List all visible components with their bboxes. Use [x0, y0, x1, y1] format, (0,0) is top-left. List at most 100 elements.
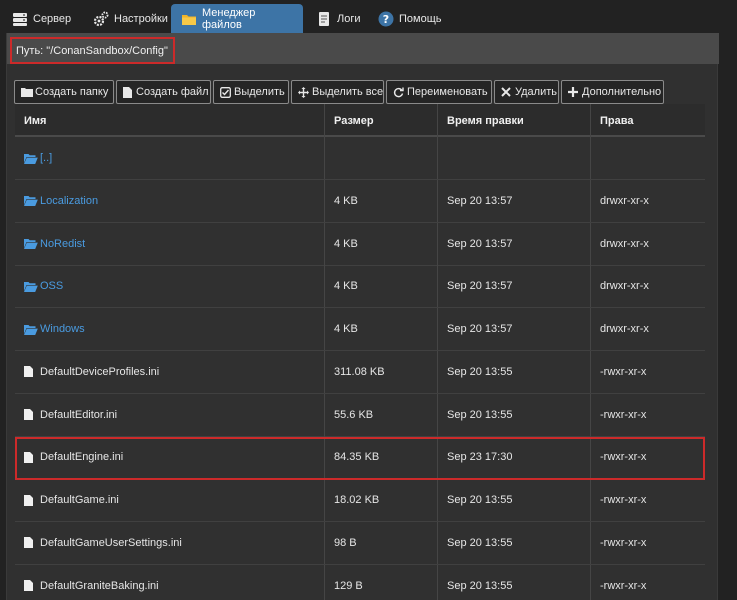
delete-button[interactable]: Удалить: [494, 80, 559, 104]
table-row-file[interactable]: DefaultGame.ini 18.02 KB Sep 20 13:55 -rwxr…: [15, 479, 705, 522]
cell-name[interactable]: DefaultEditor.ini: [15, 393, 325, 436]
cell-modified: Sep 20 13:55: [438, 479, 591, 521]
cell-modified: Sep 20 13:57: [438, 179, 591, 222]
folder-open-icon: [24, 324, 38, 335]
cell-name[interactable]: DefaultGameUserSettings.ini: [15, 521, 325, 564]
button-label: Дополнительно: [582, 86, 662, 98]
modified-text: Sep 20 13:57: [447, 194, 513, 207]
name-text: OSS: [40, 280, 64, 293]
cell-name[interactable]: Localization: [15, 179, 325, 222]
header-modified[interactable]: Время правки: [438, 104, 591, 137]
file-icon: [24, 494, 37, 506]
cell-modified: Sep 20 13:57: [438, 265, 591, 308]
cell-perms: -rwxr-xr-x: [591, 565, 705, 600]
cell-name[interactable]: NoRedist: [15, 222, 325, 265]
file-icon: [24, 409, 37, 420]
cell-modified: [438, 137, 591, 179]
header-name[interactable]: Имя: [15, 104, 325, 137]
cell-perms: -rwxr-xr-x: [591, 394, 705, 436]
folder-open-icon: [24, 195, 38, 207]
size-text: 98 B: [334, 536, 357, 549]
header-size[interactable]: Размер: [325, 104, 438, 137]
cell-perms: -rwxr-xr-x: [591, 436, 705, 478]
modified-text: Sep 20 13:55: [447, 536, 513, 549]
size-text: 4 KB: [334, 323, 358, 335]
perms-text: -rwxr-xr-x: [600, 451, 647, 464]
size-text: 55.6 KB: [334, 408, 374, 421]
cell-perms: [591, 137, 705, 179]
perms-text: drwxr-xr-x: [600, 194, 649, 207]
table-row-folder[interactable]: [..]: [15, 137, 705, 180]
cell-name[interactable]: Windows: [15, 308, 325, 350]
folder-icon: [181, 11, 197, 27]
name-text: DefaultEditor.ini: [40, 408, 118, 421]
perms-text: -rwxr-xr-x: [600, 365, 647, 378]
modified-text: Sep 20 13:55: [447, 579, 513, 592]
perms-text: drwxr-xr-x: [600, 323, 649, 335]
size-text: 4 KB: [334, 194, 358, 207]
cell-name[interactable]: DefaultGame.ini: [15, 479, 325, 521]
size-text: 4 KB: [334, 280, 358, 293]
cell-name[interactable]: DefaultEngine.ini: [15, 436, 325, 479]
size-text: 84.35 KB: [334, 451, 380, 464]
button-label: Создать папку: [35, 86, 109, 98]
table-row-file[interactable]: DefaultDeviceProfiles.ini 311.08 KB Sep 20…: [15, 350, 705, 394]
cell-name[interactable]: [..]: [15, 137, 325, 179]
name-text: NoRedist: [40, 237, 86, 250]
more-button[interactable]: Дополнительно: [561, 80, 664, 104]
table-row-file[interactable]: DefaultEditor.ini 55.6 KB Sep 20 13:55 -rwx…: [15, 393, 705, 437]
button-label: Выделить все: [312, 86, 384, 98]
header-permissions[interactable]: Права: [591, 104, 705, 137]
cell-name[interactable]: DefaultGraniteBaking.ini: [15, 564, 325, 600]
table-row-folder[interactable]: OSS 4 KB Sep 20 13:57 drwxr-xr-x: [15, 265, 705, 309]
button-label: Создать файл: [136, 86, 209, 98]
folder-open-icon: [24, 153, 38, 164]
tab-file-manager[interactable]: Менеджер файлов: [171, 4, 303, 34]
folder-open-icon: [24, 238, 38, 249]
cell-size: 4 KB: [325, 308, 438, 350]
cell-size: 98 B: [325, 521, 438, 564]
cell-size: 18.02 KB: [325, 479, 438, 521]
select-all-button[interactable]: Выделить все: [291, 80, 384, 104]
cell-name[interactable]: OSS: [15, 265, 325, 308]
table-row-folder[interactable]: Windows 4 KB Sep 20 13:57 drwxr-xr-x: [15, 308, 705, 351]
modified-text: Sep 23 17:30: [447, 451, 513, 464]
select-button[interactable]: Выделить: [213, 80, 289, 104]
tab-label: Менеджер файлов: [202, 7, 256, 31]
tab-label: Логи: [337, 13, 361, 25]
check-square-icon: [220, 87, 231, 98]
name-text: Windows: [40, 323, 85, 335]
table-row-folder[interactable]: Localization 4 KB Sep 20 13:57 drwxr-xr-x: [15, 179, 705, 223]
cell-perms: drwxr-xr-x: [591, 180, 705, 222]
tab-logs[interactable]: Логи: [306, 4, 371, 34]
name-text: DefaultEngine.ini: [40, 451, 124, 464]
cell-modified: Sep 20 13:55: [438, 393, 591, 436]
tab-settings[interactable]: Настройки: [83, 4, 178, 34]
table-row-file[interactable]: DefaultEngine.ini 84.35 KB Sep 23 17:30 -rw…: [15, 436, 705, 480]
table-row-file[interactable]: DefaultGameUserSettings.ini 98 B Sep 20 13…: [15, 521, 705, 565]
modified-text: Sep 20 13:57: [447, 323, 513, 335]
move-arrows-icon: [298, 87, 309, 98]
tab-label: Помощь: [399, 13, 442, 25]
table-row-folder[interactable]: NoRedist 4 KB Sep 20 13:57 drwxr-xr-x: [15, 222, 705, 266]
cell-size: [325, 137, 438, 179]
cell-perms: -rwxr-xr-x: [591, 522, 705, 564]
create-file-button[interactable]: Создать файл: [116, 80, 211, 104]
name-text: Localization: [40, 194, 99, 207]
rename-button[interactable]: Переименовать: [386, 80, 492, 104]
file-icon: [24, 451, 37, 463]
table-row-file[interactable]: DefaultGraniteBaking.ini 129 B Sep 20 13:5…: [15, 564, 705, 600]
name-text: DefaultDeviceProfiles.ini: [40, 365, 160, 378]
tab-help[interactable]: ? Помощь: [368, 4, 452, 34]
tab-server[interactable]: Сервер: [2, 4, 81, 34]
create-folder-button[interactable]: Создать папку: [14, 80, 114, 104]
help-icon: ?: [378, 11, 394, 27]
cell-name[interactable]: DefaultDeviceProfiles.ini: [15, 350, 325, 393]
perms-text: drwxr-xr-x: [600, 280, 649, 293]
folder-icon: [21, 87, 33, 97]
button-label: Выделить: [234, 86, 285, 98]
refresh-icon: [393, 87, 404, 98]
tab-label: Сервер: [33, 13, 72, 25]
perms-text: -rwxr-xr-x: [600, 536, 647, 549]
path-bar: Путь: "/ConanSandbox/Config": [7, 33, 719, 64]
